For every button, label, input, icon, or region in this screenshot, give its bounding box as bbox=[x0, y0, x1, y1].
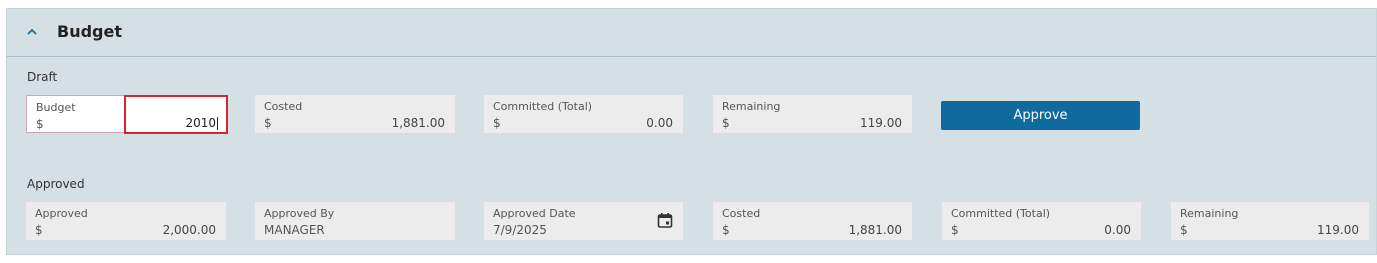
draft-remaining-currency: $ bbox=[722, 116, 730, 130]
approved-committed-field: Committed (Total) $ 0.00 bbox=[942, 202, 1141, 240]
approved-by-field: Approved By MANAGER bbox=[255, 202, 455, 240]
approve-button[interactable]: Approve bbox=[941, 101, 1140, 130]
approved-date-field[interactable]: Approved Date 7/9/2025 bbox=[484, 202, 683, 240]
calendar-icon[interactable] bbox=[657, 212, 673, 228]
draft-budget-field[interactable]: Budget $ 2010 bbox=[26, 95, 228, 134]
draft-committed-label: Committed (Total) bbox=[493, 100, 593, 113]
approved-remaining-label: Remaining bbox=[1180, 207, 1239, 220]
approved-amount-value: 2,000.00 bbox=[162, 223, 216, 237]
draft-costed-label: Costed bbox=[264, 100, 303, 113]
approved-remaining-field: Remaining $ 119.00 bbox=[1171, 202, 1369, 240]
approved-costed-label: Costed bbox=[722, 207, 761, 220]
draft-budget-label: Budget bbox=[36, 101, 76, 114]
approved-costed-field: Costed $ 1,881.00 bbox=[713, 202, 912, 240]
approved-amount-field: Approved $ 2,000.00 bbox=[26, 202, 226, 240]
section-title: Budget bbox=[57, 22, 122, 41]
draft-label: Draft bbox=[27, 70, 58, 84]
approved-amount-currency: $ bbox=[35, 223, 43, 237]
draft-remaining-value: 119.00 bbox=[860, 116, 902, 130]
budget-panel: Budget Draft Budget $ 2010 Costed $ 1,88… bbox=[6, 8, 1377, 255]
draft-budget-currency: $ bbox=[36, 117, 44, 131]
draft-costed-field: Costed $ 1,881.00 bbox=[255, 95, 455, 133]
approved-committed-value: 0.00 bbox=[1104, 223, 1131, 237]
approved-remaining-currency: $ bbox=[1180, 223, 1188, 237]
draft-remaining-label: Remaining bbox=[722, 100, 781, 113]
draft-committed-currency: $ bbox=[493, 116, 501, 130]
draft-costed-currency: $ bbox=[264, 116, 272, 130]
text-caret bbox=[217, 117, 218, 130]
approved-date-label: Approved Date bbox=[493, 207, 576, 220]
approved-costed-currency: $ bbox=[722, 223, 730, 237]
approved-committed-currency: $ bbox=[951, 223, 959, 237]
draft-budget-value[interactable]: 2010 bbox=[185, 116, 216, 130]
draft-committed-field: Committed (Total) $ 0.00 bbox=[484, 95, 683, 133]
approved-by-value: MANAGER bbox=[264, 223, 325, 237]
approved-costed-value: 1,881.00 bbox=[848, 223, 902, 237]
approved-remaining-value: 119.00 bbox=[1317, 223, 1359, 237]
approved-label: Approved bbox=[27, 177, 85, 191]
budget-section-header[interactable]: Budget bbox=[7, 9, 1376, 57]
draft-budget-input[interactable]: 2010 bbox=[124, 95, 228, 134]
approved-committed-label: Committed (Total) bbox=[951, 207, 1051, 220]
approved-date-value: 7/9/2025 bbox=[493, 223, 547, 237]
approved-by-label: Approved By bbox=[264, 207, 335, 220]
draft-remaining-field: Remaining $ 119.00 bbox=[713, 95, 912, 133]
draft-committed-value: 0.00 bbox=[646, 116, 673, 130]
chevron-up-icon[interactable] bbox=[25, 25, 39, 39]
approved-amount-label: Approved bbox=[35, 207, 88, 220]
draft-costed-value: 1,881.00 bbox=[391, 116, 445, 130]
